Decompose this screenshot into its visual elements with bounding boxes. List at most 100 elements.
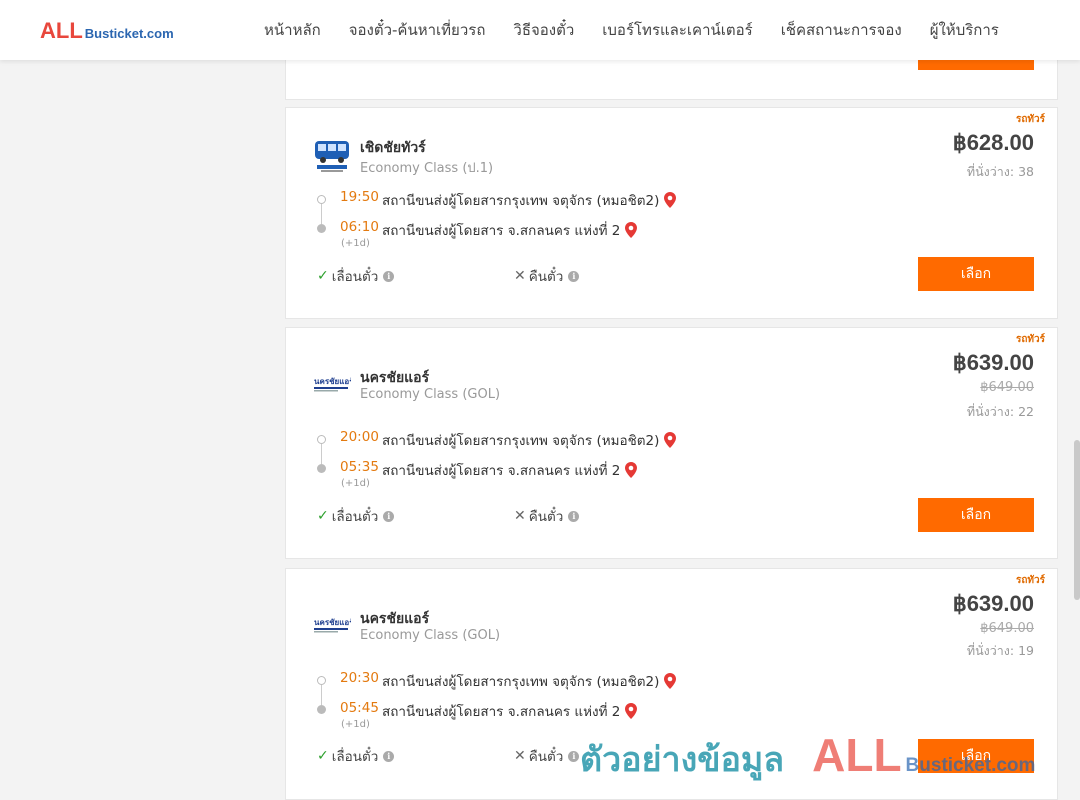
site-logo[interactable]: ALL Busticket.com	[40, 18, 174, 44]
refund-policy: ✕ คืนตั๋ว i	[514, 265, 580, 287]
reschedule-policy: ✓ เลื่อนตั๋ว i	[317, 505, 395, 527]
timeline-start-dot	[317, 195, 326, 204]
price: ฿639.00	[952, 591, 1034, 616]
cross-icon: ✕	[514, 748, 526, 764]
bus-type-badge: รถทัวร์	[1015, 334, 1045, 345]
info-icon[interactable]: i	[383, 270, 395, 282]
depart-time: 20:30	[340, 670, 379, 686]
arrive-station-name: สถานีขนส่งผู้โดยสาร จ.สกลนคร แห่งที่ 2	[382, 704, 621, 720]
cross-icon: ✕	[514, 508, 526, 524]
trip-card: รถทัวร์ นครชัยแอร์ นครชัยแอร์ Economy Cl…	[285, 327, 1058, 559]
bus-class: Economy Class (ป.1)	[360, 161, 494, 176]
cross-icon: ✕	[514, 268, 526, 284]
check-icon: ✓	[317, 508, 329, 524]
refund-policy: ✕ คืนตั๋ว i	[514, 745, 580, 767]
price: ฿628.00	[952, 130, 1034, 155]
plus-day: (+1d)	[341, 719, 370, 730]
bus-logo-icon	[313, 138, 351, 174]
depart-station-name: สถานีขนส่งผู้โดยสารกรุงเทพ จตุจักร (หมอช…	[382, 193, 660, 209]
reschedule-policy: ✓ เลื่อนตั๋ว i	[317, 745, 395, 767]
bus-type-badge: รถทัวร์	[1015, 575, 1045, 586]
nav-home[interactable]: หน้าหลัก	[264, 18, 321, 42]
info-icon[interactable]: i	[568, 510, 580, 522]
old-price: ฿649.00	[980, 380, 1034, 395]
nav-phone-counters[interactable]: เบอร์โทรและเคาน์เตอร์	[602, 18, 752, 42]
depart-station: สถานีขนส่งผู้โดยสารกรุงเทพ จตุจักร (หมอช…	[382, 429, 677, 451]
refund-label: คืนตั๋ว	[528, 509, 564, 525]
arrive-time: 06:10	[340, 219, 379, 235]
plus-day: (+1d)	[341, 478, 370, 489]
depart-station: สถานีขนส่งผู้โดยสารกรุงเทพ จตุจักร (หมอช…	[382, 189, 677, 211]
check-icon: ✓	[317, 748, 329, 764]
check-icon: ✓	[317, 268, 329, 284]
bus-class: Economy Class (GOL)	[360, 628, 501, 643]
arrive-station-name: สถานีขนส่งผู้โดยสาร จ.สกลนคร แห่งที่ 2	[382, 463, 621, 479]
nav-check-booking[interactable]: เช็คสถานะการจอง	[781, 18, 902, 42]
arrive-station-name: สถานีขนส่งผู้โดยสาร จ.สกลนคร แห่งที่ 2	[382, 223, 621, 239]
refund-label: คืนตั๋ว	[528, 269, 564, 285]
seats-available: ที่นั่งว่าง: 19	[966, 643, 1034, 658]
main-nav: หน้าหลัก จองตั๋ว-ค้นหาเที่ยวรถ วิธีจองตั…	[250, 0, 1013, 60]
timeline-end-dot	[317, 464, 326, 473]
plus-day: (+1d)	[341, 238, 370, 249]
bus-type-badge: รถทัวร์	[1015, 114, 1045, 125]
map-pin-icon[interactable]	[625, 703, 638, 719]
info-icon[interactable]: i	[568, 750, 580, 762]
info-icon[interactable]: i	[383, 750, 395, 762]
timeline-line	[321, 444, 322, 464]
svg-text:นครชัยแอร์: นครชัยแอร์	[314, 617, 351, 627]
reschedule-label: เลื่อนตั๋ว	[331, 509, 379, 525]
timeline-start-dot	[317, 676, 326, 685]
logo-busticket-text: Busticket.com	[84, 26, 174, 41]
depart-time: 20:00	[340, 429, 379, 445]
timeline-end-dot	[317, 705, 326, 714]
map-pin-icon[interactable]	[664, 192, 677, 208]
timeline-start-dot	[317, 435, 326, 444]
operator-name: เชิดชัยทัวร์	[360, 140, 426, 156]
nakhonchai-logo-icon: นครชัยแอร์	[313, 607, 351, 643]
select-button[interactable]: เลือก	[918, 498, 1034, 532]
operator-name: นครชัยแอร์	[360, 370, 430, 386]
nav-how-to-book[interactable]: วิธีจองตั๋ว	[513, 18, 574, 42]
select-button[interactable]: เลือก	[918, 257, 1034, 291]
trip-card: รถทัวร์ เชิดชัยทัวร์ Economy Class (ป.1)…	[285, 107, 1058, 319]
operator-name: นครชัยแอร์	[360, 611, 430, 627]
timeline-line	[321, 685, 322, 705]
refund-policy: ✕ คืนตั๋ว i	[514, 505, 580, 527]
arrive-station: สถานีขนส่งผู้โดยสาร จ.สกลนคร แห่งที่ 2	[382, 219, 638, 241]
timeline-end-dot	[317, 224, 326, 233]
arrive-station: สถานีขนส่งผู้โดยสาร จ.สกลนคร แห่งที่ 2	[382, 700, 638, 722]
arrive-time: 05:35	[340, 459, 379, 475]
info-icon[interactable]: i	[383, 510, 395, 522]
nav-operators[interactable]: ผู้ให้บริการ	[930, 18, 999, 42]
price: ฿639.00	[952, 350, 1034, 375]
map-pin-icon[interactable]	[625, 222, 638, 238]
arrive-time: 05:45	[340, 700, 379, 716]
seats-available: ที่นั่งว่าง: 22	[966, 404, 1034, 419]
logo-all-text: ALL	[40, 18, 83, 43]
reschedule-label: เลื่อนตั๋ว	[331, 749, 379, 765]
depart-station: สถานีขนส่งผู้โดยสารกรุงเทพ จตุจักร (หมอช…	[382, 670, 677, 692]
depart-time: 19:50	[340, 189, 379, 205]
trip-card: รถทัวร์ นครชัยแอร์ นครชัยแอร์ Economy Cl…	[285, 568, 1058, 800]
map-pin-icon[interactable]	[664, 673, 677, 689]
svg-text:นครชัยแอร์: นครชัยแอร์	[314, 376, 351, 386]
nav-book-search[interactable]: จองตั๋ว-ค้นหาเที่ยวรถ	[349, 18, 486, 42]
timeline-line	[321, 204, 322, 224]
map-pin-icon[interactable]	[664, 432, 677, 448]
map-pin-icon[interactable]	[625, 462, 638, 478]
site-header: ALL Busticket.com หน้าหลัก จองตั๋ว-ค้นหา…	[0, 0, 1080, 60]
select-button[interactable]: เลือก	[918, 739, 1034, 773]
arrive-station: สถานีขนส่งผู้โดยสาร จ.สกลนคร แห่งที่ 2	[382, 459, 638, 481]
reschedule-label: เลื่อนตั๋ว	[331, 269, 379, 285]
refund-label: คืนตั๋ว	[528, 749, 564, 765]
bus-class: Economy Class (GOL)	[360, 387, 501, 402]
nakhonchai-logo-icon: นครชัยแอร์	[313, 366, 351, 402]
info-icon[interactable]: i	[568, 270, 580, 282]
page-scrollbar[interactable]	[1074, 440, 1080, 600]
depart-station-name: สถานีขนส่งผู้โดยสารกรุงเทพ จตุจักร (หมอช…	[382, 433, 660, 449]
depart-station-name: สถานีขนส่งผู้โดยสารกรุงเทพ จตุจักร (หมอช…	[382, 674, 660, 690]
seats-available: ที่นั่งว่าง: 38	[966, 164, 1034, 179]
old-price: ฿649.00	[980, 621, 1034, 636]
reschedule-policy: ✓ เลื่อนตั๋ว i	[317, 265, 395, 287]
